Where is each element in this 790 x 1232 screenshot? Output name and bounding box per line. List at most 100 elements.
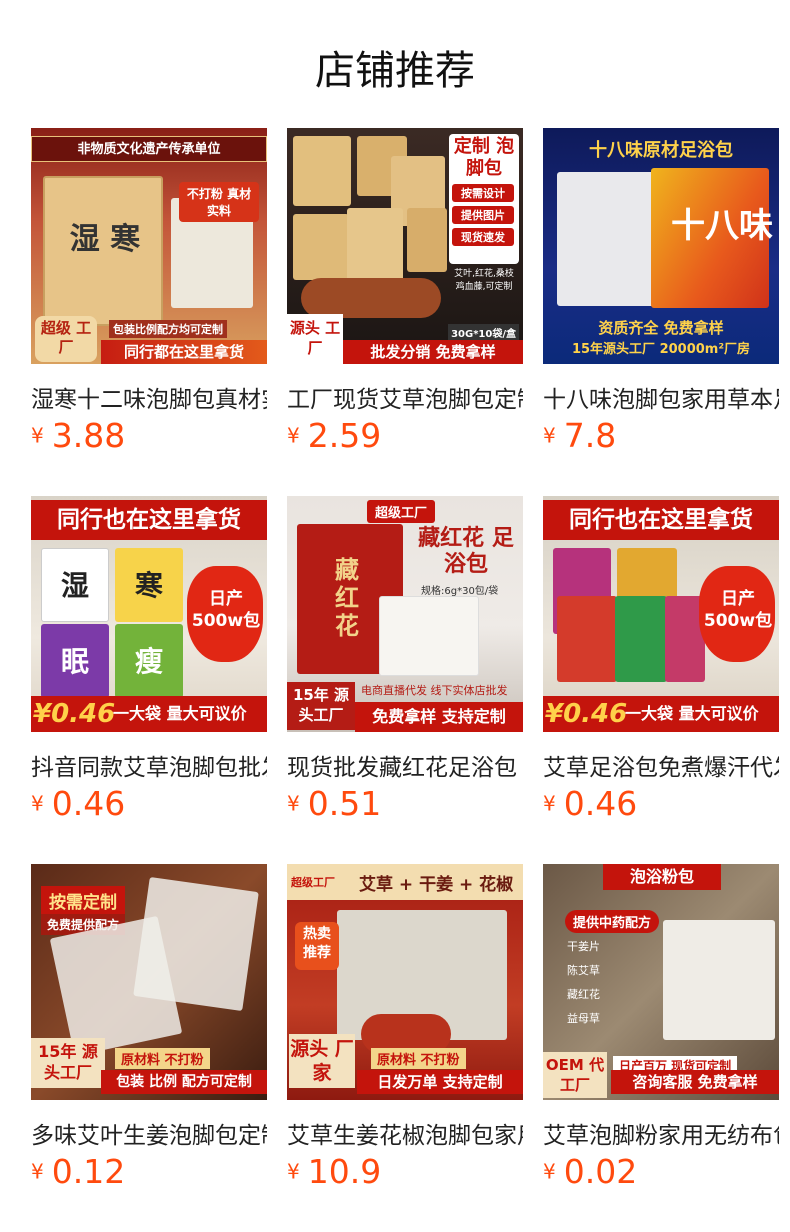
currency-symbol: ¥: [31, 791, 44, 816]
product-card[interactable]: 泡浴粉包 提供中药配方 干姜片 陈艾草 藏红花 益母草 OEM 代工厂 日产百万…: [543, 864, 779, 1191]
currency-symbol: ¥: [543, 423, 556, 448]
image-side-title: 定制 泡脚包: [453, 136, 515, 179]
product-name[interactable]: 艾草足浴包免煮爆汗代发: [543, 748, 779, 782]
corner-badge: 源头 厂家: [289, 1034, 355, 1088]
product-card[interactable]: 超级工厂 藏红花 藏红花 足浴包 规格:6g*30包/袋 15年 源头工厂 电商…: [287, 496, 523, 823]
feature-3: 现货速发: [452, 228, 514, 246]
product-image[interactable]: 按需定制 免费提供配方 15年 源头工厂 原材料 不打粉 包装 比例 配方可定制: [31, 864, 267, 1100]
pack-label-3: 眠: [61, 645, 90, 678]
product-price: ¥7.8: [543, 416, 616, 455]
image-line-2: 咨询客服 免费拿样: [611, 1070, 779, 1094]
price-value: 10.9: [307, 1152, 382, 1191]
image-spec: 30G*10袋/盒: [448, 324, 519, 341]
image-top-title: 艾草 + 干姜 + 花椒: [359, 875, 514, 895]
image-top-badge: 超级工厂: [291, 876, 335, 889]
feature-1: 按需设计: [452, 184, 514, 202]
feature-2: 提供图片: [452, 206, 514, 224]
image-top-banner: 同行也在这里拿货: [31, 500, 267, 540]
image-line-1: 电商直播代发 线下实体店批发: [361, 684, 508, 697]
corner-badge: 15年 源头工厂: [287, 682, 355, 730]
image-tag-2: 日发万单 支持定制: [357, 1070, 523, 1094]
product-image[interactable]: 同行也在这里拿货 湿 寒 眠 瘦 日产 500w包 ¥0.46 一大袋 量大可议…: [31, 496, 267, 732]
product-name[interactable]: 现货批发藏红花足浴包: [287, 748, 523, 782]
image-tag-1: 原材料 不打粉: [115, 1048, 210, 1069]
pack-label-2: 寒: [135, 569, 164, 602]
image-tag: 包装比例配方均可定制: [109, 320, 227, 338]
price-value: 3.88: [51, 416, 126, 455]
product-name[interactable]: 多味艾叶生姜泡脚包定制: [31, 1116, 267, 1150]
product-name[interactable]: 湿寒十二味泡脚包真材实料: [31, 380, 267, 414]
product-price: ¥0.12: [31, 1152, 125, 1191]
corner-badge: 超级 工厂: [35, 316, 97, 362]
currency-symbol: ¥: [31, 423, 44, 448]
product-card[interactable]: 超级工厂 艾草 + 干姜 + 花椒 热卖 推荐 源头 厂家 原材料 不打粉 日发…: [287, 864, 523, 1191]
pack-label-4: 瘦: [135, 645, 164, 678]
pack-label: 湿 寒: [69, 222, 141, 257]
product-name[interactable]: 抖音同款艾草泡脚包批发: [31, 748, 267, 782]
list-item-2: 陈艾草: [567, 964, 600, 977]
product-price: ¥0.51: [287, 784, 381, 823]
image-badge: 不打粉 真材实料: [179, 182, 259, 222]
image-top-badge: 超级工厂: [367, 500, 436, 523]
image-sub-banner: 提供中药配方: [565, 910, 660, 933]
price-value: 0.12: [51, 1152, 126, 1191]
product-image[interactable]: 超级工厂 艾草 + 干姜 + 花椒 热卖 推荐 源头 厂家 原材料 不打粉 日发…: [287, 864, 523, 1100]
product-price: ¥3.88: [31, 416, 125, 455]
product-card[interactable]: 同行也在这里拿货 日产 500w包 ¥0.46 一大袋 量大可议价 艾草足浴包免…: [543, 496, 779, 823]
product-name[interactable]: 工厂现货艾草泡脚包定制: [287, 380, 523, 414]
product-name[interactable]: 艾草泡脚粉家用无纺布包: [543, 1116, 779, 1150]
image-bottom-banner: 同行都在这里拿货: [101, 340, 267, 364]
product-card[interactable]: 按需定制 免费提供配方 15年 源头工厂 原材料 不打粉 包装 比例 配方可定制…: [31, 864, 267, 1191]
product-image[interactable]: 非物质文化遗产传承单位 湿 寒 不打粉 真材实料 包装比例配方均可定制 超级 工…: [31, 128, 267, 364]
image-top-banner: 泡浴粉包: [603, 864, 721, 890]
list-item-3: 藏红花: [567, 988, 600, 1001]
image-top-banner: 按需定制: [41, 886, 125, 915]
product-card[interactable]: 十八味原材足浴包 十八味 资质齐全 免费拿样 15年源头工厂 20000m²厂房…: [543, 128, 779, 455]
price-value: 0.02: [563, 1152, 638, 1191]
price-value: 0.51: [307, 784, 382, 823]
pack-label: 藏红花: [335, 556, 359, 640]
image-burst: 日产 500w包: [191, 589, 261, 631]
product-image[interactable]: 同行也在这里拿货 日产 500w包 ¥0.46 一大袋 量大可议价: [543, 496, 779, 732]
image-tag-2: 包装 比例 配方可定制: [101, 1070, 267, 1094]
currency-symbol: ¥: [543, 791, 556, 816]
image-bottom-text: 一大袋 量大可议价: [113, 704, 247, 723]
product-price: ¥0.02: [543, 1152, 637, 1191]
price-value: 2.59: [307, 416, 382, 455]
image-line-2: 免费拿样 支持定制: [355, 702, 523, 732]
image-burst: 日产 500w包: [703, 589, 773, 631]
list-item-4: 益母草: [567, 1012, 600, 1025]
pack-label-1: 湿: [61, 569, 90, 602]
store-recommend-section: 店铺推荐 非物质文化遗产传承单位 湿 寒 不打粉 真材实料 包装比例配方均可定制…: [0, 0, 790, 1232]
product-card[interactable]: 非物质文化遗产传承单位 湿 寒 不打粉 真材实料 包装比例配方均可定制 超级 工…: [31, 128, 267, 455]
product-image[interactable]: 定制 泡脚包 按需设计 提供图片 现货速发 艾叶,红花,桑枝 鸡血藤,可定制 3…: [287, 128, 523, 364]
product-price: ¥10.9: [287, 1152, 381, 1191]
image-bottom-price: ¥0.46: [33, 699, 116, 729]
currency-symbol: ¥: [543, 1159, 556, 1184]
product-image[interactable]: 十八味原材足浴包 十八味 资质齐全 免费拿样 15年源头工厂 20000m²厂房: [543, 128, 779, 364]
section-title: 店铺推荐: [315, 48, 475, 94]
product-card[interactable]: 定制 泡脚包 按需设计 提供图片 现货速发 艾叶,红花,桑枝 鸡血藤,可定制 3…: [287, 128, 523, 455]
product-image[interactable]: 超级工厂 藏红花 藏红花 足浴包 规格:6g*30包/袋 15年 源头工厂 电商…: [287, 496, 523, 732]
product-price: ¥0.46: [543, 784, 637, 823]
image-title: 藏红花 足浴包: [418, 526, 514, 577]
image-top-banner: 十八味原材足浴包: [589, 140, 733, 161]
pack-label: 十八味: [671, 206, 773, 246]
currency-symbol: ¥: [31, 1159, 44, 1184]
product-image[interactable]: 泡浴粉包 提供中药配方 干姜片 陈艾草 藏红花 益母草 OEM 代工厂 日产百万…: [543, 864, 779, 1100]
image-bottom-banner: 批发分销 免费拿样: [343, 340, 523, 364]
image-line-1: 资质齐全 免费拿样: [598, 319, 724, 337]
product-name[interactable]: 十八味泡脚包家用草本足浴包: [543, 380, 779, 414]
product-name[interactable]: 艾草生姜花椒泡脚包家用: [287, 1116, 523, 1150]
product-card[interactable]: 同行也在这里拿货 湿 寒 眠 瘦 日产 500w包 ¥0.46 一大袋 量大可议…: [31, 496, 267, 823]
currency-symbol: ¥: [287, 1159, 300, 1184]
image-top-banner: 非物质文化遗产传承单位: [31, 136, 267, 162]
image-spec: 规格:6g*30包/袋: [421, 586, 499, 597]
currency-symbol: ¥: [287, 423, 300, 448]
image-hot: 热卖 推荐: [295, 922, 339, 970]
price-value: 7.8: [563, 416, 617, 455]
image-bottom-price: ¥0.46: [545, 699, 628, 729]
image-tag-1: 原材料 不打粉: [371, 1048, 466, 1069]
image-line-2: 15年源头工厂 20000m²厂房: [571, 342, 751, 357]
corner-badge: 源头 工厂: [287, 314, 343, 364]
